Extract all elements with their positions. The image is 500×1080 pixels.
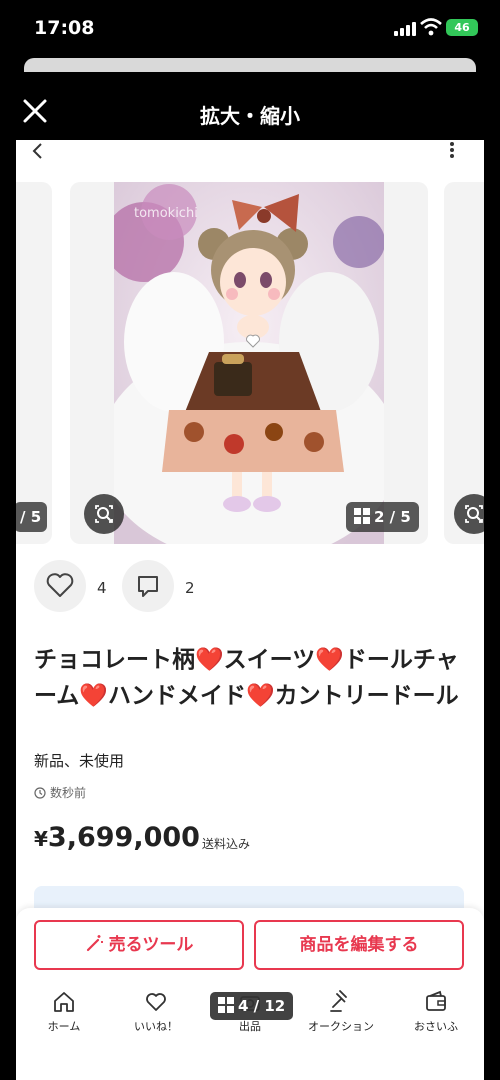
image-search-icon: [95, 505, 113, 523]
image-search-icon: [465, 505, 483, 523]
wifi-icon: [420, 18, 442, 36]
grid-icon: [218, 997, 234, 1013]
carousel-next-card[interactable]: [444, 182, 484, 544]
zoom-header: 拡大・縮小: [0, 84, 500, 142]
item-detail-content: / 5 tomokichi 2 / 5 4 2 チョコレート柄❤️スイーツ❤️ド…: [16, 140, 484, 1080]
battery-icon: 46: [446, 19, 478, 36]
prev-photo-counter: / 5: [16, 502, 48, 532]
tab-likes[interactable]: いいね！: [116, 990, 196, 1034]
back-chevron-icon[interactable]: [30, 142, 46, 160]
gavel-icon: [330, 990, 347, 1012]
overlay-page-counter: 4 / 12: [210, 992, 294, 1020]
home-icon: [54, 992, 74, 1012]
next-image-search-button[interactable]: [454, 494, 484, 534]
underlying-sheet-edge: [24, 58, 476, 72]
item-title: チョコレート柄❤️スイーツ❤️ドールチャーム❤️ハンドメイド❤️カントリードール: [34, 647, 459, 709]
sell-tool-button[interactable]: 売るツール: [34, 920, 244, 970]
magic-wand-icon: [86, 935, 103, 952]
wallet-icon: [426, 990, 446, 1011]
comment-icon: [138, 576, 158, 597]
status-time: 17:08: [34, 17, 95, 39]
signal-icon: [394, 22, 416, 36]
photo-watermark: tomokichi: [134, 206, 198, 221]
tab-home[interactable]: ホーム: [24, 990, 104, 1034]
photo-counter: 2 / 5: [346, 502, 419, 532]
comment-count: 2: [185, 579, 195, 597]
item-price: ¥3,699,000: [34, 822, 200, 853]
product-photo[interactable]: tomokichi: [114, 182, 384, 544]
edit-item-button[interactable]: 商品を編集する: [254, 920, 464, 970]
clock-icon: [34, 787, 46, 799]
more-options-icon[interactable]: [448, 142, 456, 160]
grid-icon: [354, 508, 370, 524]
heart-icon: [146, 993, 166, 1011]
status-bar: 17:08 46: [0, 0, 500, 58]
heart-icon: [46, 573, 74, 597]
image-search-button[interactable]: [84, 494, 124, 534]
shipping-note: 送料込み: [202, 837, 251, 851]
tab-auction[interactable]: オークション: [301, 990, 381, 1034]
bottom-tab-bar: ホーム いいね！ 出品 オークション おさいふ 4 / 12: [16, 980, 484, 1080]
comment-button[interactable]: [122, 560, 174, 612]
item-condition: 新品、未使用: [34, 752, 125, 770]
tab-wallet[interactable]: おさいふ: [396, 990, 476, 1034]
zoom-title: 拡大・縮小: [200, 104, 300, 128]
posted-time: 数秒前: [34, 784, 86, 801]
carousel-prev-card[interactable]: / 5: [16, 182, 52, 544]
carousel-main-card[interactable]: tomokichi 2 / 5: [70, 182, 428, 544]
like-count: 4: [97, 579, 107, 597]
like-button[interactable]: [34, 560, 86, 612]
